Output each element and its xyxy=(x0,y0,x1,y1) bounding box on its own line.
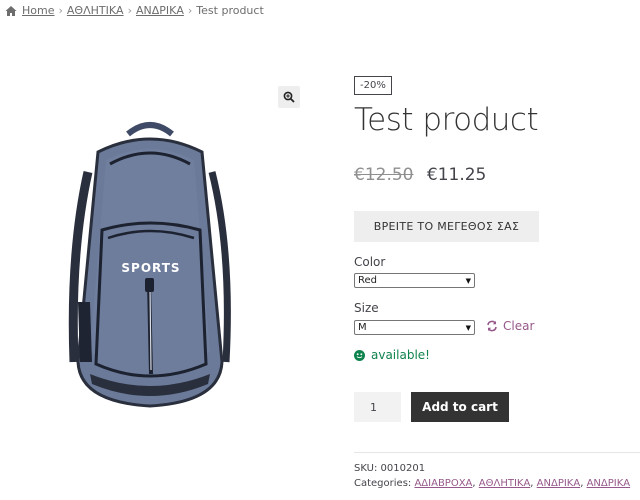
clear-label: Clear xyxy=(503,319,535,333)
breadcrumb-separator: › xyxy=(58,4,63,17)
size-guide-button[interactable]: ΒΡΕΙΤΕ ΤΟ ΜΕΓΕΘΟΣ ΣΑΣ xyxy=(354,211,539,242)
clear-selection-link[interactable]: Clear xyxy=(486,319,534,333)
breadcrumb-separator: › xyxy=(187,4,193,17)
color-select[interactable]: Red ▼ xyxy=(354,273,475,288)
price: €12.50 €11.25 xyxy=(354,165,486,185)
sale-badge: -20% xyxy=(354,76,392,95)
categories-label: Categories: xyxy=(354,478,412,489)
home-icon xyxy=(5,5,17,16)
refresh-icon xyxy=(487,320,497,332)
stock-text: available! xyxy=(371,348,430,362)
sku-label: SKU: xyxy=(354,463,378,474)
chevron-down-icon: ▼ xyxy=(465,323,471,332)
breadcrumb-link-athletic[interactable]: ΑΘΛΗΤΙΚΑ xyxy=(67,4,124,17)
size-select-value: M xyxy=(358,322,367,333)
zoom-button[interactable] xyxy=(278,86,300,108)
categories-line: Categories: ΑΔΙΑΒΡΟΧΑ, ΑΘΛΗΤΙΚΑ, ΑΝΔΡΙΚΑ… xyxy=(354,478,631,489)
breadcrumb-current: Test product xyxy=(196,4,264,17)
breadcrumb-separator: › xyxy=(127,4,132,17)
category-link[interactable]: ΑΝΔΡΙΚΑ xyxy=(587,478,631,489)
sku-value: 0010201 xyxy=(380,463,426,474)
price-sale: €11.25 xyxy=(426,165,487,185)
color-label: Color xyxy=(354,255,386,269)
product-title: Test product xyxy=(354,102,539,138)
chevron-down-icon: ▼ xyxy=(465,276,471,285)
zoom-in-icon xyxy=(283,91,295,103)
smile-icon xyxy=(354,349,365,361)
add-to-cart-button[interactable]: Add to cart xyxy=(411,392,509,422)
price-original: €12.50 xyxy=(354,165,414,185)
color-select-value: Red xyxy=(358,275,377,286)
quantity-input[interactable]: 1 xyxy=(354,392,401,422)
sku-line: SKU: 0010201 xyxy=(354,463,425,474)
backpack-logo-text: SPORTS xyxy=(121,261,180,275)
stock-status: available! xyxy=(354,348,430,362)
product-image[interactable]: SPORTS xyxy=(50,112,250,412)
size-label: Size xyxy=(354,301,379,315)
category-link[interactable]: ΑΝΔΡΙΚΑ xyxy=(537,478,581,489)
category-link[interactable]: ΑΔΙΑΒΡΟΧΑ xyxy=(414,478,472,489)
category-link[interactable]: ΑΘΛΗΤΙΚΑ xyxy=(479,478,531,489)
size-select[interactable]: M ▼ xyxy=(354,320,475,335)
divider xyxy=(354,452,640,453)
breadcrumb-link-mens[interactable]: ΑΝΔΡΙΚΑ xyxy=(136,4,184,17)
breadcrumb-link-home[interactable]: Home xyxy=(22,4,54,17)
breadcrumb: Home › ΑΘΛΗΤΙΚΑ › ΑΝΔΡΙΚΑ › Test product xyxy=(5,4,264,17)
